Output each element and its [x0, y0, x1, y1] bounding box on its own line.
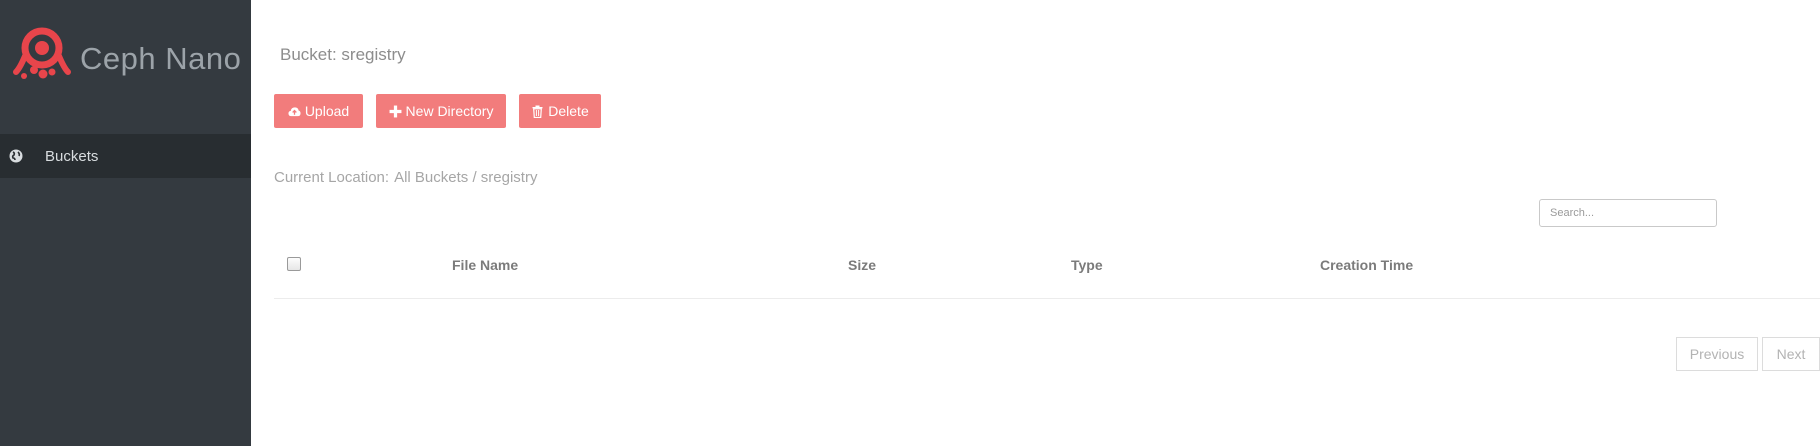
- previous-page-button[interactable]: Previous: [1676, 337, 1758, 371]
- main-content: Bucket: sregistry Upload New Directory D…: [251, 0, 1820, 446]
- upload-label: Upload: [304, 103, 350, 119]
- new-directory-button[interactable]: New Directory: [376, 94, 506, 128]
- cloud-upload-icon: [288, 106, 301, 116]
- sidebar-item-label: Buckets: [45, 147, 99, 165]
- new-directory-label: New Directory: [405, 103, 494, 119]
- next-page-button[interactable]: Next: [1762, 337, 1820, 371]
- select-all-checkbox[interactable]: [287, 257, 301, 271]
- page-title: Bucket: sregistry: [280, 45, 406, 64]
- delete-button[interactable]: Delete: [519, 94, 601, 128]
- column-size[interactable]: Size: [848, 257, 876, 273]
- table-header: File Name Size Type Creation Time: [274, 246, 1820, 299]
- upload-button[interactable]: Upload: [274, 94, 363, 128]
- column-type[interactable]: Type: [1071, 257, 1103, 273]
- breadcrumb: Current Location: All Buckets / sregistry: [274, 169, 537, 186]
- delete-label: Delete: [548, 103, 589, 119]
- plus-icon: [389, 105, 402, 117]
- location-path-link[interactable]: All Buckets / sregistry: [394, 169, 537, 186]
- column-file-name[interactable]: File Name: [452, 257, 518, 273]
- brand-name: Ceph Nano: [80, 41, 242, 76]
- location-label: Current Location:: [274, 169, 390, 186]
- ceph-logo-icon: [13, 27, 71, 79]
- sidebar-item-buckets[interactable]: Buckets: [0, 134, 251, 178]
- column-creation-time[interactable]: Creation Time: [1320, 257, 1413, 273]
- sidebar: Ceph Nano Buckets: [0, 0, 251, 446]
- globe-icon: [9, 149, 23, 163]
- search-input[interactable]: [1539, 199, 1717, 227]
- trash-icon: [532, 105, 543, 118]
- app: Ceph Nano Buckets Bucket: sregistry Uplo…: [0, 0, 1820, 446]
- brand[interactable]: Ceph Nano: [12, 24, 241, 94]
